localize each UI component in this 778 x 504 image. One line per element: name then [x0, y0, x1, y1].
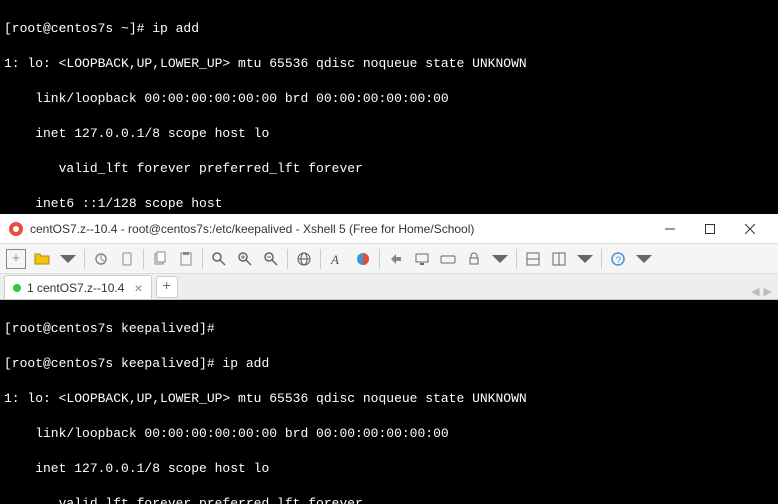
separator: [516, 249, 517, 269]
tab-prev-button[interactable]: ◀: [751, 285, 759, 299]
session-tab[interactable]: 1 centOS7.z--10.4 ×: [4, 275, 152, 299]
dropdown-icon[interactable]: [488, 247, 512, 271]
tab-bar: 1 centOS7.z--10.4 × + ◀ ▶: [0, 274, 778, 300]
app-icon: [8, 221, 24, 237]
transfer-button[interactable]: [384, 247, 408, 271]
disconnect-button[interactable]: [115, 247, 139, 271]
terminal-line: [root@centos7s keepalived]# ip add: [4, 355, 774, 373]
toolbar: + A ?: [0, 244, 778, 274]
svg-text:A: A: [330, 252, 339, 267]
terminal-line: [root@centos7s ~]# ip add: [4, 20, 774, 38]
tab-navigation: ◀ ▶: [751, 285, 772, 299]
terminal-line: link/loopback 00:00:00:00:00:00 brd 00:0…: [4, 425, 774, 443]
reconnect-button[interactable]: [89, 247, 113, 271]
split-horizontal-button[interactable]: [521, 247, 545, 271]
terminal-line: inet 127.0.0.1/8 scope host lo: [4, 460, 774, 478]
maximize-button[interactable]: [690, 215, 730, 243]
dropdown-icon[interactable]: [56, 247, 80, 271]
dropdown-icon[interactable]: [573, 247, 597, 271]
separator: [202, 249, 203, 269]
split-vertical-button[interactable]: [547, 247, 571, 271]
terminal-line: inet 127.0.0.1/8 scope host lo: [4, 125, 774, 143]
dropdown-icon[interactable]: [632, 247, 656, 271]
bottom-terminal-output[interactable]: [root@centos7s keepalived]# [root@centos…: [0, 300, 778, 504]
font-button[interactable]: A: [325, 247, 349, 271]
terminal-line: link/loopback 00:00:00:00:00:00 brd 00:0…: [4, 90, 774, 108]
open-button[interactable]: [30, 247, 54, 271]
colors-button[interactable]: [351, 247, 375, 271]
new-tab-button[interactable]: +: [156, 276, 178, 298]
separator: [84, 249, 85, 269]
tab-next-button[interactable]: ▶: [764, 285, 772, 299]
separator: [287, 249, 288, 269]
copy-button[interactable]: [148, 247, 172, 271]
lock-button[interactable]: [462, 247, 486, 271]
tab-close-button[interactable]: ×: [134, 280, 142, 296]
terminal-line: valid_lft forever preferred_lft forever: [4, 495, 774, 504]
status-dot-icon: [13, 284, 21, 292]
terminal-line: valid_lft forever preferred_lft forever: [4, 160, 774, 178]
window-controls: [650, 215, 770, 243]
paste-button[interactable]: [174, 247, 198, 271]
tab-label: 1 centOS7.z--10.4: [27, 281, 124, 295]
keyboard-button[interactable]: [436, 247, 460, 271]
terminal-line: 1: lo: <LOOPBACK,UP,LOWER_UP> mtu 65536 …: [4, 390, 774, 408]
new-session-button[interactable]: +: [4, 247, 28, 271]
minimize-button[interactable]: [650, 215, 690, 243]
separator: [601, 249, 602, 269]
zoom-in-button[interactable]: [233, 247, 257, 271]
top-terminal-output[interactable]: [root@centos7s ~]# ip add 1: lo: <LOOPBA…: [0, 0, 778, 214]
find-button[interactable]: [207, 247, 231, 271]
terminal-line: inet6 ::1/128 scope host: [4, 195, 774, 213]
separator: [379, 249, 380, 269]
close-button[interactable]: [730, 215, 770, 243]
svg-text:?: ?: [616, 256, 622, 267]
separator: [143, 249, 144, 269]
terminal-line: [root@centos7s keepalived]#: [4, 320, 774, 338]
zoom-out-button[interactable]: [259, 247, 283, 271]
screen-button[interactable]: [410, 247, 434, 271]
window-titlebar: centOS7.z--10.4 - root@centos7s:/etc/kee…: [0, 214, 778, 244]
help-button[interactable]: ?: [606, 247, 630, 271]
separator: [320, 249, 321, 269]
window-title: centOS7.z--10.4 - root@centos7s:/etc/kee…: [30, 222, 650, 236]
globe-button[interactable]: [292, 247, 316, 271]
terminal-line: 1: lo: <LOOPBACK,UP,LOWER_UP> mtu 65536 …: [4, 55, 774, 73]
